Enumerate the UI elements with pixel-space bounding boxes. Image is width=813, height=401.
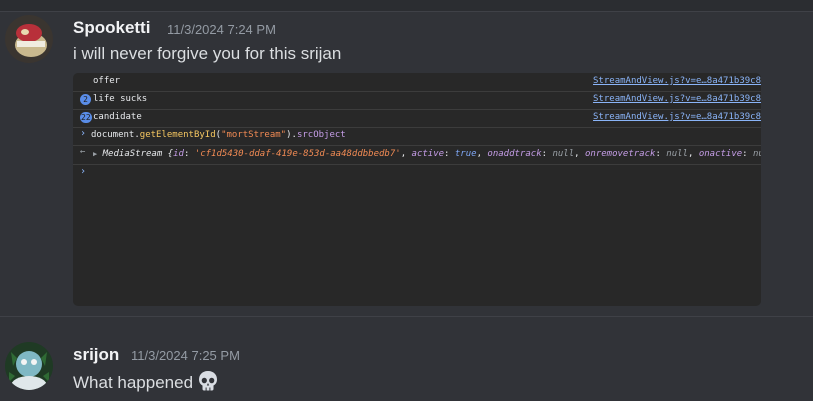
console-row: 22 candidate StreamAndView.js?v=e…8a471b… (73, 109, 761, 128)
result-key: onremovetrack (584, 149, 656, 159)
console-input-row: › document.getElementById("mortStream").… (73, 127, 761, 146)
console-screenshot[interactable]: offer StreamAndView.js?v=e…8a471b39c8 2 … (73, 73, 761, 306)
result-value: 'cf1d5430-ddaf-419e-853d-aa48ddbbedb7' (194, 149, 401, 159)
console-row: offer StreamAndView.js?v=e…8a471b39c8 (73, 73, 761, 92)
result-type: MediaStream (102, 149, 163, 159)
result-value: null (552, 149, 575, 159)
result-value: true (454, 149, 477, 159)
message-text: What happened (73, 373, 194, 392)
console-source-link: StreamAndView.js?v=e…8a471b39c8 (593, 94, 761, 104)
console-source-link: StreamAndView.js?v=e…8a471b39c8 (593, 112, 761, 122)
code-object: document. (91, 130, 140, 140)
result-brace: { (162, 149, 174, 159)
prompt-chevron-icon: › (80, 128, 87, 139)
result-key: active (411, 149, 445, 159)
result-key: onaddtrack (487, 149, 542, 159)
console-result-row: ← ▶ MediaStream {id: 'cf1d5430-ddaf-419e… (73, 145, 761, 165)
console-log-text: candidate (93, 112, 142, 122)
expand-triangle-icon[interactable]: ▶ (93, 150, 97, 158)
message-text: i will never forgive you for this srijan (73, 44, 342, 63)
author-name[interactable]: Spooketti (73, 18, 150, 38)
code-property: srcObject (296, 130, 346, 140)
timestamp: 11/3/2024 7:25 PM (131, 348, 240, 363)
result-value: null (666, 149, 688, 159)
console-row: 2 life sucks StreamAndView.js?v=e…8a471b… (73, 91, 761, 110)
code-string: "mortStream" (221, 130, 287, 140)
return-arrow-icon: ← (80, 147, 86, 157)
empty-prompt-chevron-icon: › (80, 166, 87, 177)
console-log-text: offer (93, 76, 121, 86)
avatar[interactable] (5, 15, 53, 63)
message-srijon: srijon 11/3/2024 7:25 PM What happened (0, 317, 813, 401)
author-name[interactable]: srijon (73, 345, 119, 365)
console-input: document.getElementById("mortStream").sr… (91, 130, 346, 140)
repeat-count-badge: 22 (80, 112, 92, 123)
console-source-link: StreamAndView.js?v=e…8a471b39c8 (593, 76, 761, 86)
message-content: What happened (73, 370, 219, 397)
repeat-count-badge: 2 (80, 94, 91, 105)
code-paren-close: ). (286, 130, 297, 140)
result-key: onactive (698, 149, 743, 159)
skull-icon[interactable] (197, 370, 219, 397)
result-key: id (173, 149, 184, 159)
timestamp: 11/3/2024 7:24 PM (167, 22, 276, 37)
console-log-text: life sucks (93, 94, 148, 104)
result-value: null (753, 149, 761, 159)
message-spooketti: Spooketti 11/3/2024 7:24 PM i will never… (0, 0, 813, 316)
avatar[interactable] (5, 342, 53, 390)
console-result: ▶ MediaStream {id: 'cf1d5430-ddaf-419e-8… (93, 149, 761, 159)
code-method: getElementById (139, 130, 216, 140)
